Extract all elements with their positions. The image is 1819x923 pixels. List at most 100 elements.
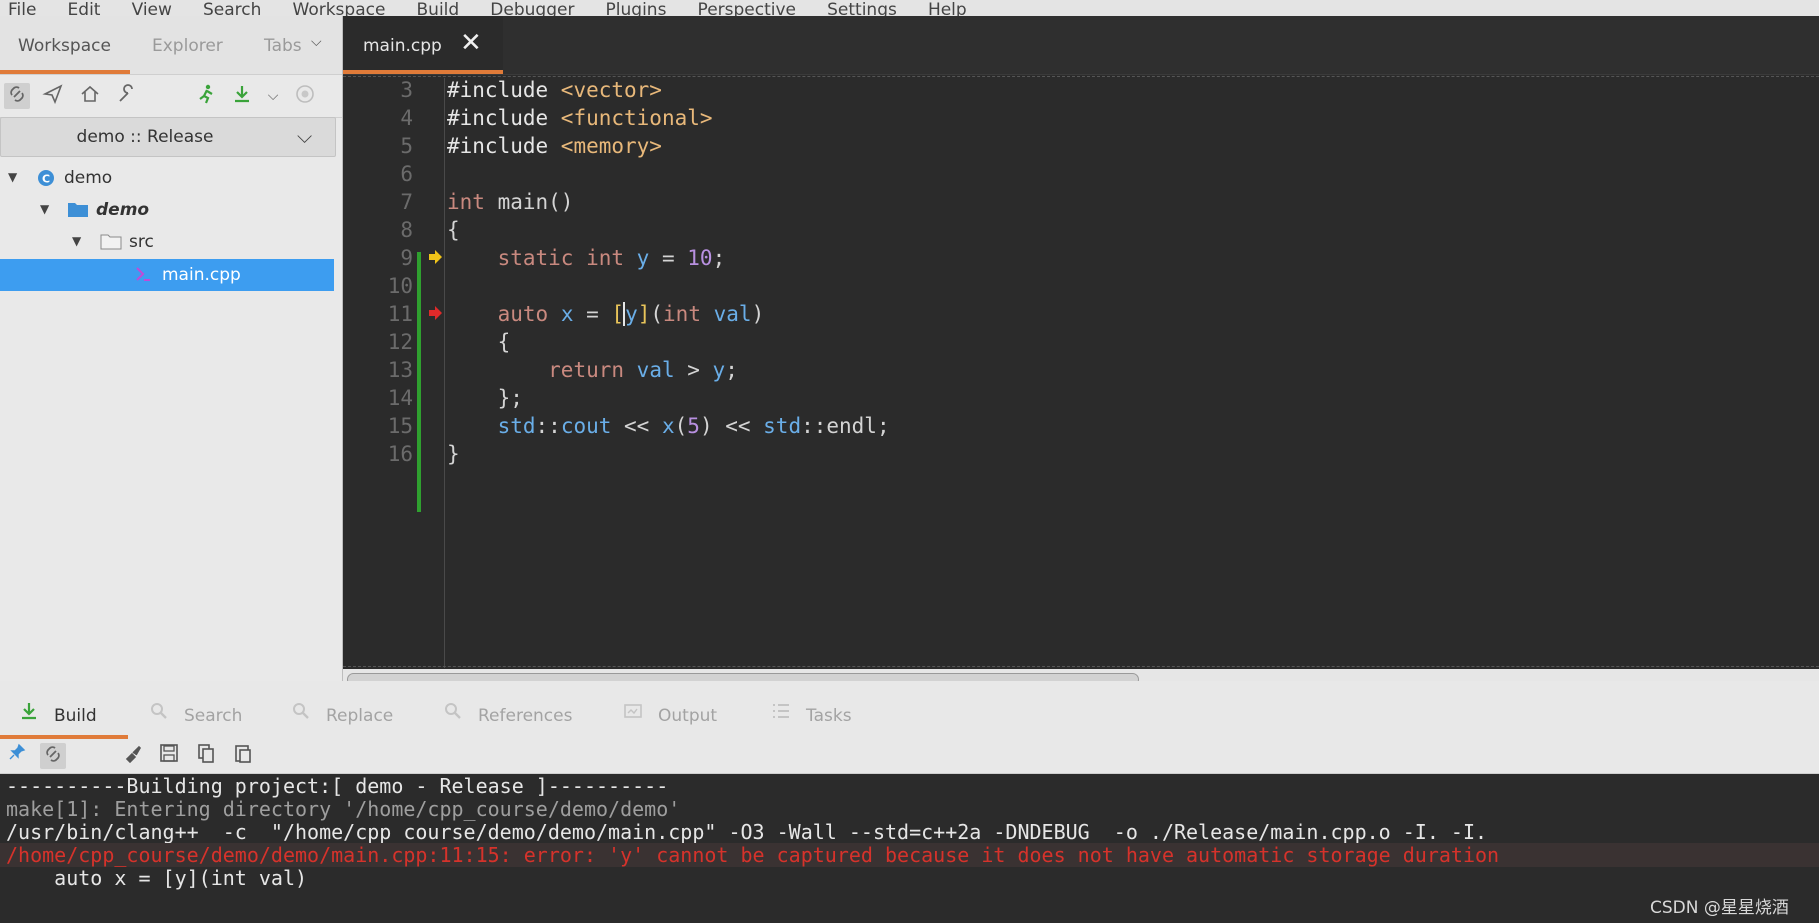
code-line: int main() xyxy=(447,190,574,214)
line-number: 8 xyxy=(400,218,413,242)
tab-output[interactable]: Output xyxy=(622,701,717,726)
output-tab-bar: Build Search Replace References Output T… xyxy=(0,681,1819,739)
code-line: { xyxy=(447,330,511,354)
workspace-tab-bar: Workspace Explorer Tabs ⌵ xyxy=(0,16,342,75)
code-line: { xyxy=(447,218,460,242)
tab-build[interactable]: Build xyxy=(18,701,97,726)
send-icon[interactable] xyxy=(40,83,66,109)
menu-file[interactable]: File xyxy=(8,2,36,17)
code-line: std::cout << x(5) << std::endl; xyxy=(497,414,890,438)
paste-icon[interactable] xyxy=(230,743,256,769)
cpp-file-icon xyxy=(134,265,154,283)
output-line: /usr/bin/clang++ -c "/home/cpp_course/de… xyxy=(6,820,1488,844)
save-icon[interactable] xyxy=(156,743,182,769)
references-icon xyxy=(442,701,464,726)
breakpoint-icon[interactable] xyxy=(429,306,443,324)
build-configuration-select[interactable]: demo :: Release ⌵ xyxy=(0,117,336,157)
output-panel: Build Search Replace References Output T… xyxy=(0,681,1819,923)
menu-workspace[interactable]: Workspace xyxy=(293,2,386,17)
code-line: auto x = [y](int val) xyxy=(497,302,765,326)
menu-view[interactable]: View xyxy=(132,2,172,17)
menu-build[interactable]: Build xyxy=(417,2,460,17)
tab-main-cpp[interactable]: main.cpp ✕ xyxy=(343,16,503,74)
tasks-icon xyxy=(770,701,792,726)
tree-item-project[interactable]: ▼ demo xyxy=(0,194,334,226)
tree-item-file[interactable]: main.cpp xyxy=(0,259,334,291)
tree-item-workspace[interactable]: ▼ C demo xyxy=(0,162,334,194)
menu-help[interactable]: Help xyxy=(928,2,967,17)
line-number: 10 xyxy=(387,274,413,298)
line-number: 16 xyxy=(387,442,413,466)
tree-item-label: demo xyxy=(96,200,150,220)
home-icon[interactable] xyxy=(77,83,103,109)
tab-explorer[interactable]: Explorer xyxy=(152,36,223,56)
tab-label: Tasks xyxy=(806,706,852,726)
output-icon xyxy=(622,701,644,726)
gutter-divider xyxy=(444,78,445,668)
link-editor-icon[interactable] xyxy=(4,83,30,109)
tree-item-label: src xyxy=(129,232,154,252)
tab-tasks[interactable]: Tasks xyxy=(770,701,852,726)
active-tab-indicator xyxy=(0,70,130,74)
menu-edit[interactable]: Edit xyxy=(68,2,101,17)
menu-debugger[interactable]: Debugger xyxy=(490,2,574,17)
output-toolbar xyxy=(0,739,1819,774)
expand-arrow-icon[interactable]: ▼ xyxy=(40,202,49,216)
line-number: 12 xyxy=(387,330,413,354)
tab-references[interactable]: References xyxy=(442,701,572,726)
clear-icon[interactable] xyxy=(120,743,146,769)
editor-divider xyxy=(343,666,1819,668)
tab-tabs[interactable]: Tabs xyxy=(264,36,302,56)
tab-label: Build xyxy=(54,706,97,726)
replace-icon xyxy=(290,701,312,726)
chevron-down-icon[interactable]: ⌵ xyxy=(311,34,322,50)
output-line: ----------Building project:[ demo - Rele… xyxy=(6,774,669,798)
close-icon[interactable]: ✕ xyxy=(460,28,482,58)
error-line[interactable]: /home/cpp_course/demo/demo/main.cpp:11:1… xyxy=(0,843,1819,867)
line-number: 5 xyxy=(400,134,413,158)
watermark: CSDN @星星烧酒 xyxy=(1650,898,1789,918)
line-number-gutter[interactable]: 3 4 5 6 7 8 9 10 11 12 13 14 15 16 xyxy=(343,78,443,668)
tab-search[interactable]: Search xyxy=(148,701,242,726)
build-icon[interactable] xyxy=(229,83,255,109)
search-icon xyxy=(148,701,170,726)
build-output-log[interactable]: ----------Building project:[ demo - Rele… xyxy=(0,774,1819,923)
line-number: 13 xyxy=(387,358,413,382)
workspace-toolbar: ⌵ xyxy=(0,75,342,118)
tab-label: Output xyxy=(658,706,718,726)
code-line: #include <vector> xyxy=(447,78,662,102)
wrench-icon[interactable] xyxy=(114,83,140,109)
tree-item-label: main.cpp xyxy=(162,265,241,285)
tab-label: Replace xyxy=(326,706,394,726)
menu-search[interactable]: Search xyxy=(203,2,261,17)
menu-settings[interactable]: Settings xyxy=(827,2,897,17)
bookmark-arrow-icon[interactable] xyxy=(429,250,443,268)
chevron-down-icon: ⌵ xyxy=(297,124,313,148)
menu-plugins[interactable]: Plugins xyxy=(606,2,667,17)
tab-workspace[interactable]: Workspace xyxy=(18,36,111,56)
stop-icon[interactable] xyxy=(292,83,318,109)
code-line: #include <memory> xyxy=(447,134,662,158)
expand-arrow-icon[interactable]: ▼ xyxy=(8,170,17,184)
chevron-down-icon[interactable]: ⌵ xyxy=(260,83,286,109)
build-icon xyxy=(18,701,40,726)
tree-item-folder[interactable]: ▼ src xyxy=(0,226,334,258)
line-number: 9 xyxy=(400,246,413,270)
tab-label: Search xyxy=(184,706,243,726)
menu-perspective[interactable]: Perspective xyxy=(698,2,796,17)
tree-item-label: demo xyxy=(64,168,113,188)
code-editor[interactable]: main.cpp ✕ 3 4 5 6 7 8 9 10 11 12 13 14 … xyxy=(343,16,1819,689)
editor-tab-bar: main.cpp ✕ xyxy=(343,16,1819,75)
run-icon[interactable] xyxy=(193,83,219,109)
workspace-icon: C xyxy=(36,168,56,186)
build-configuration-value: demo :: Release xyxy=(76,127,214,147)
workspace-panel: Workspace Explorer Tabs ⌵ ⌵ demo :: Rele… xyxy=(0,16,343,681)
link-icon[interactable] xyxy=(40,743,66,769)
line-number: 4 xyxy=(400,106,413,130)
expand-arrow-icon[interactable]: ▼ xyxy=(72,234,81,248)
pin-icon[interactable] xyxy=(4,743,30,769)
copy-icon[interactable] xyxy=(193,743,219,769)
line-number: 15 xyxy=(387,414,413,438)
tab-replace[interactable]: Replace xyxy=(290,701,393,726)
code-line: #include <functional> xyxy=(447,106,713,130)
